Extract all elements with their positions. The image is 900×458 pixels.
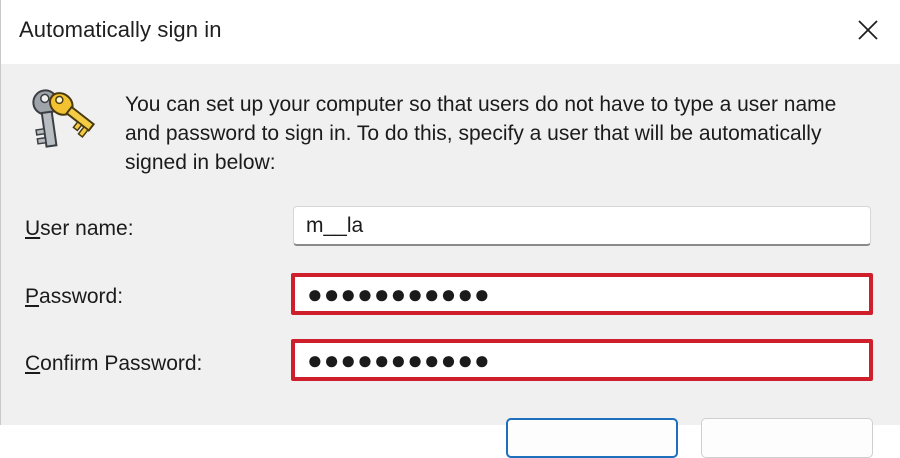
confirm-password-value: ●●●●●●●●●●● bbox=[307, 344, 491, 375]
password-label-text: assword: bbox=[39, 285, 124, 308]
username-label-text: ser name: bbox=[40, 217, 134, 240]
password-field[interactable]: ●●●●●●●●●●● bbox=[291, 273, 873, 315]
password-label-accelerator: P bbox=[25, 285, 40, 308]
confirm-password-label-accelerator: C bbox=[25, 352, 41, 375]
confirm-password-label: Confirm Password: bbox=[25, 352, 202, 376]
username-label: User name: bbox=[25, 217, 134, 241]
window-title: Automatically sign in bbox=[19, 17, 222, 42]
intro-text: You can set up your computer so that use… bbox=[125, 93, 837, 174]
password-label: Password: bbox=[25, 285, 123, 309]
ok-button[interactable] bbox=[506, 418, 678, 458]
keys-icon bbox=[32, 89, 95, 148]
confirm-password-label-text: onfirm Password: bbox=[40, 352, 203, 375]
password-value: ●●●●●●●●●●● bbox=[307, 278, 491, 309]
close-icon bbox=[858, 20, 878, 40]
confirm-password-field[interactable]: ●●●●●●●●●●● bbox=[291, 339, 873, 381]
title-bar: Automatically sign in bbox=[1, 0, 900, 64]
username-value: m__la bbox=[306, 213, 364, 237]
close-button[interactable] bbox=[846, 10, 890, 50]
auto-signin-dialog: Automatically sign in You can set up you… bbox=[0, 0, 900, 458]
username-label-accelerator: U bbox=[25, 217, 41, 240]
cancel-button[interactable] bbox=[701, 418, 873, 458]
username-field[interactable]: m__la bbox=[293, 206, 871, 246]
